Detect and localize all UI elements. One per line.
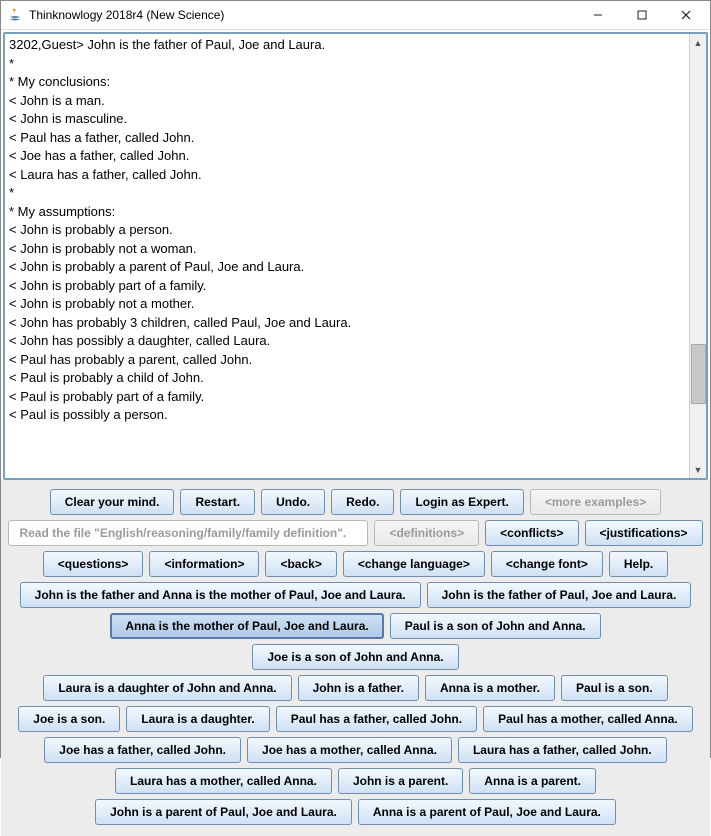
example-button[interactable]: John is a parent of Paul, Joe and Laura. — [95, 799, 352, 825]
java-icon — [7, 7, 23, 23]
clear-button[interactable]: Clear your mind. — [50, 489, 175, 515]
window-titlebar: Thinknowlogy 2018r4 (New Science) — [1, 1, 710, 30]
example-row-7: John is a parent of Paul, Joe and Laura.… — [7, 799, 704, 825]
example-button-selected[interactable]: Anna is the mother of Paul, Joe and Laur… — [110, 613, 383, 639]
undo-button[interactable]: Undo. — [261, 489, 325, 515]
example-button[interactable]: Laura has a mother, called Anna. — [115, 768, 332, 794]
example-row-5: Joe has a father, called John. Joe has a… — [7, 737, 704, 763]
redo-button[interactable]: Redo. — [331, 489, 394, 515]
example-button[interactable]: John is the father of Paul, Joe and Laur… — [427, 582, 692, 608]
example-button[interactable]: Paul has a mother, called Anna. — [483, 706, 693, 732]
maximize-button[interactable] — [620, 1, 664, 29]
example-row-6: Laura has a mother, called Anna. John is… — [7, 768, 704, 794]
back-button[interactable]: <back> — [265, 551, 336, 577]
example-button[interactable]: Joe is a son. — [18, 706, 120, 732]
example-button[interactable]: Joe has a mother, called Anna. — [247, 737, 452, 763]
login-button[interactable]: Login as Expert. — [400, 489, 523, 515]
information-button[interactable]: <information> — [149, 551, 259, 577]
example-button[interactable]: John is a father. — [298, 675, 419, 701]
example-button[interactable]: Laura is a daughter. — [126, 706, 269, 732]
console-panel: 3202,Guest> John is the father of Paul, … — [3, 32, 708, 480]
toolbar-row-3: <questions> <information> <back> <change… — [7, 551, 704, 577]
example-button[interactable]: Laura has a father, called John. — [458, 737, 667, 763]
close-button[interactable] — [664, 1, 708, 29]
more-examples-button: <more examples> — [530, 489, 661, 515]
window-title: Thinknowlogy 2018r4 (New Science) — [29, 8, 576, 22]
toolbar-row-2: Read the file "English/reasoning/family/… — [7, 520, 704, 546]
conflicts-button[interactable]: <conflicts> — [485, 520, 578, 546]
questions-button[interactable]: <questions> — [43, 551, 144, 577]
example-row-2: Anna is the mother of Paul, Joe and Laur… — [7, 613, 704, 670]
vertical-scrollbar[interactable]: ▲ ▼ — [689, 34, 706, 478]
justifications-button[interactable]: <justifications> — [585, 520, 703, 546]
example-button[interactable]: John is a parent. — [338, 768, 463, 794]
example-button[interactable]: John is the father and Anna is the mothe… — [20, 582, 421, 608]
example-button[interactable]: Anna is a parent. — [469, 768, 596, 794]
example-button[interactable]: Anna is a mother. — [425, 675, 555, 701]
example-button[interactable]: Paul is a son of John and Anna. — [390, 613, 601, 639]
example-button[interactable]: Laura is a daughter of John and Anna. — [43, 675, 291, 701]
example-row-1: John is the father and Anna is the mothe… — [7, 582, 704, 608]
example-button[interactable]: Joe is a son of John and Anna. — [252, 644, 458, 670]
example-row-3: Laura is a daughter of John and Anna. Jo… — [7, 675, 704, 701]
readfile-input[interactable]: Read the file "English/reasoning/family/… — [8, 520, 368, 546]
example-row-4: Joe is a son. Laura is a daughter. Paul … — [7, 706, 704, 732]
definitions-button: <definitions> — [374, 520, 479, 546]
scroll-up-arrow[interactable]: ▲ — [690, 34, 706, 51]
help-button[interactable]: Help. — [609, 551, 668, 577]
scroll-down-arrow[interactable]: ▼ — [690, 461, 706, 478]
change-font-button[interactable]: <change font> — [491, 551, 603, 577]
example-button[interactable]: Anna is a parent of Paul, Joe and Laura. — [358, 799, 616, 825]
example-button[interactable]: Paul has a father, called John. — [276, 706, 477, 732]
console-text[interactable]: 3202,Guest> John is the father of Paul, … — [5, 34, 689, 478]
example-button[interactable]: Joe has a father, called John. — [44, 737, 241, 763]
button-panel: Clear your mind. Restart. Undo. Redo. Lo… — [1, 480, 710, 836]
example-button[interactable]: Paul is a son. — [561, 675, 668, 701]
minimize-button[interactable] — [576, 1, 620, 29]
toolbar-row-1: Clear your mind. Restart. Undo. Redo. Lo… — [7, 489, 704, 515]
change-language-button[interactable]: <change language> — [343, 551, 485, 577]
scroll-thumb[interactable] — [691, 344, 706, 404]
restart-button[interactable]: Restart. — [180, 489, 255, 515]
